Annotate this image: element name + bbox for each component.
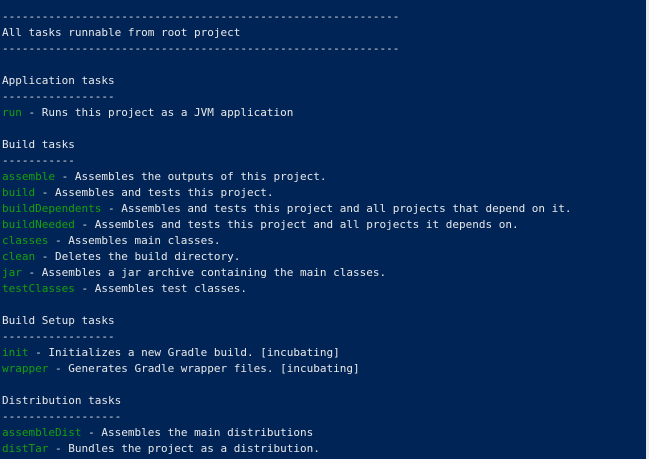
task-line: assembleDist - Assembles the main distri… xyxy=(2,425,572,441)
task-line: distTar - Bundles the project as a distr… xyxy=(2,441,572,457)
console-line: Build tasks xyxy=(2,138,75,151)
task-description: - Assembles a jar archive containing the… xyxy=(21,266,387,279)
console-line: ----------------------------------------… xyxy=(2,42,400,55)
task-line: clean - Deletes the build directory. xyxy=(2,249,572,265)
task-name: assembleDist xyxy=(2,426,82,439)
task-line: wrapper - Generates Gradle wrapper files… xyxy=(2,361,572,377)
task-name: run xyxy=(2,106,22,119)
task-name: buildNeeded xyxy=(2,218,75,231)
task-name: distTar xyxy=(2,442,49,455)
task-name: jar xyxy=(2,266,22,279)
task-line: run - Runs this project as a JVM applica… xyxy=(2,105,572,121)
console-line: Application tasks xyxy=(2,74,115,87)
console-line: ----------- xyxy=(2,154,75,167)
task-line: classes - Assembles main classes. xyxy=(2,233,572,249)
terminal-window[interactable]: ----------------------------------------… xyxy=(0,0,646,459)
task-line: assemble - Assembles the outputs of this… xyxy=(2,169,572,185)
task-description: - Generates Gradle wrapper files. [incub… xyxy=(48,362,360,375)
task-name: clean xyxy=(2,250,36,263)
task-line: buildDependents - Assembles and tests th… xyxy=(2,201,572,217)
console-line: Distribution tasks xyxy=(2,394,122,407)
task-description: - Bundles the project as a distribution. xyxy=(48,442,320,455)
task-name: classes xyxy=(2,234,49,247)
task-description: - Assembles the outputs of this project. xyxy=(54,170,327,183)
task-name: assemble xyxy=(2,170,55,183)
task-name: buildDependents xyxy=(2,202,102,215)
task-line: testClasses - Assembles test classes. xyxy=(2,281,572,297)
console-line: ------------------ xyxy=(2,410,122,423)
task-description: - Assembles and tests this project and a… xyxy=(101,202,572,215)
task-name: init xyxy=(2,346,29,359)
task-name: build xyxy=(2,186,36,199)
task-description: - Assembles the main distributions xyxy=(81,426,314,439)
task-line: buildNeeded - Assembles and tests this p… xyxy=(2,217,572,233)
console-output: ----------------------------------------… xyxy=(2,9,572,457)
console-line: ----------------- xyxy=(2,90,115,103)
task-line: build - Assembles and tests this project… xyxy=(2,185,572,201)
task-description: - Initializes a new Gradle build. [incub… xyxy=(28,346,340,359)
task-line: init - Initializes a new Gradle build. [… xyxy=(2,345,572,361)
console-line: All tasks runnable from root project xyxy=(2,26,241,39)
console-line: ----------------------------------------… xyxy=(2,10,400,23)
task-description: - Runs this project as a JVM application xyxy=(21,106,294,119)
task-description: - Assembles and tests this project. xyxy=(35,186,274,199)
task-name: wrapper xyxy=(2,362,49,375)
task-description: - Assembles and tests this project and a… xyxy=(74,218,519,231)
console-line: ----------------- xyxy=(2,330,115,343)
task-line: jar - Assembles a jar archive containing… xyxy=(2,265,572,281)
console-line: Build Setup tasks xyxy=(2,314,115,327)
task-name: testClasses xyxy=(2,282,75,295)
task-description: - Deletes the build directory. xyxy=(35,250,241,263)
task-description: - Assembles main classes. xyxy=(48,234,221,247)
task-description: - Assembles test classes. xyxy=(74,282,248,295)
